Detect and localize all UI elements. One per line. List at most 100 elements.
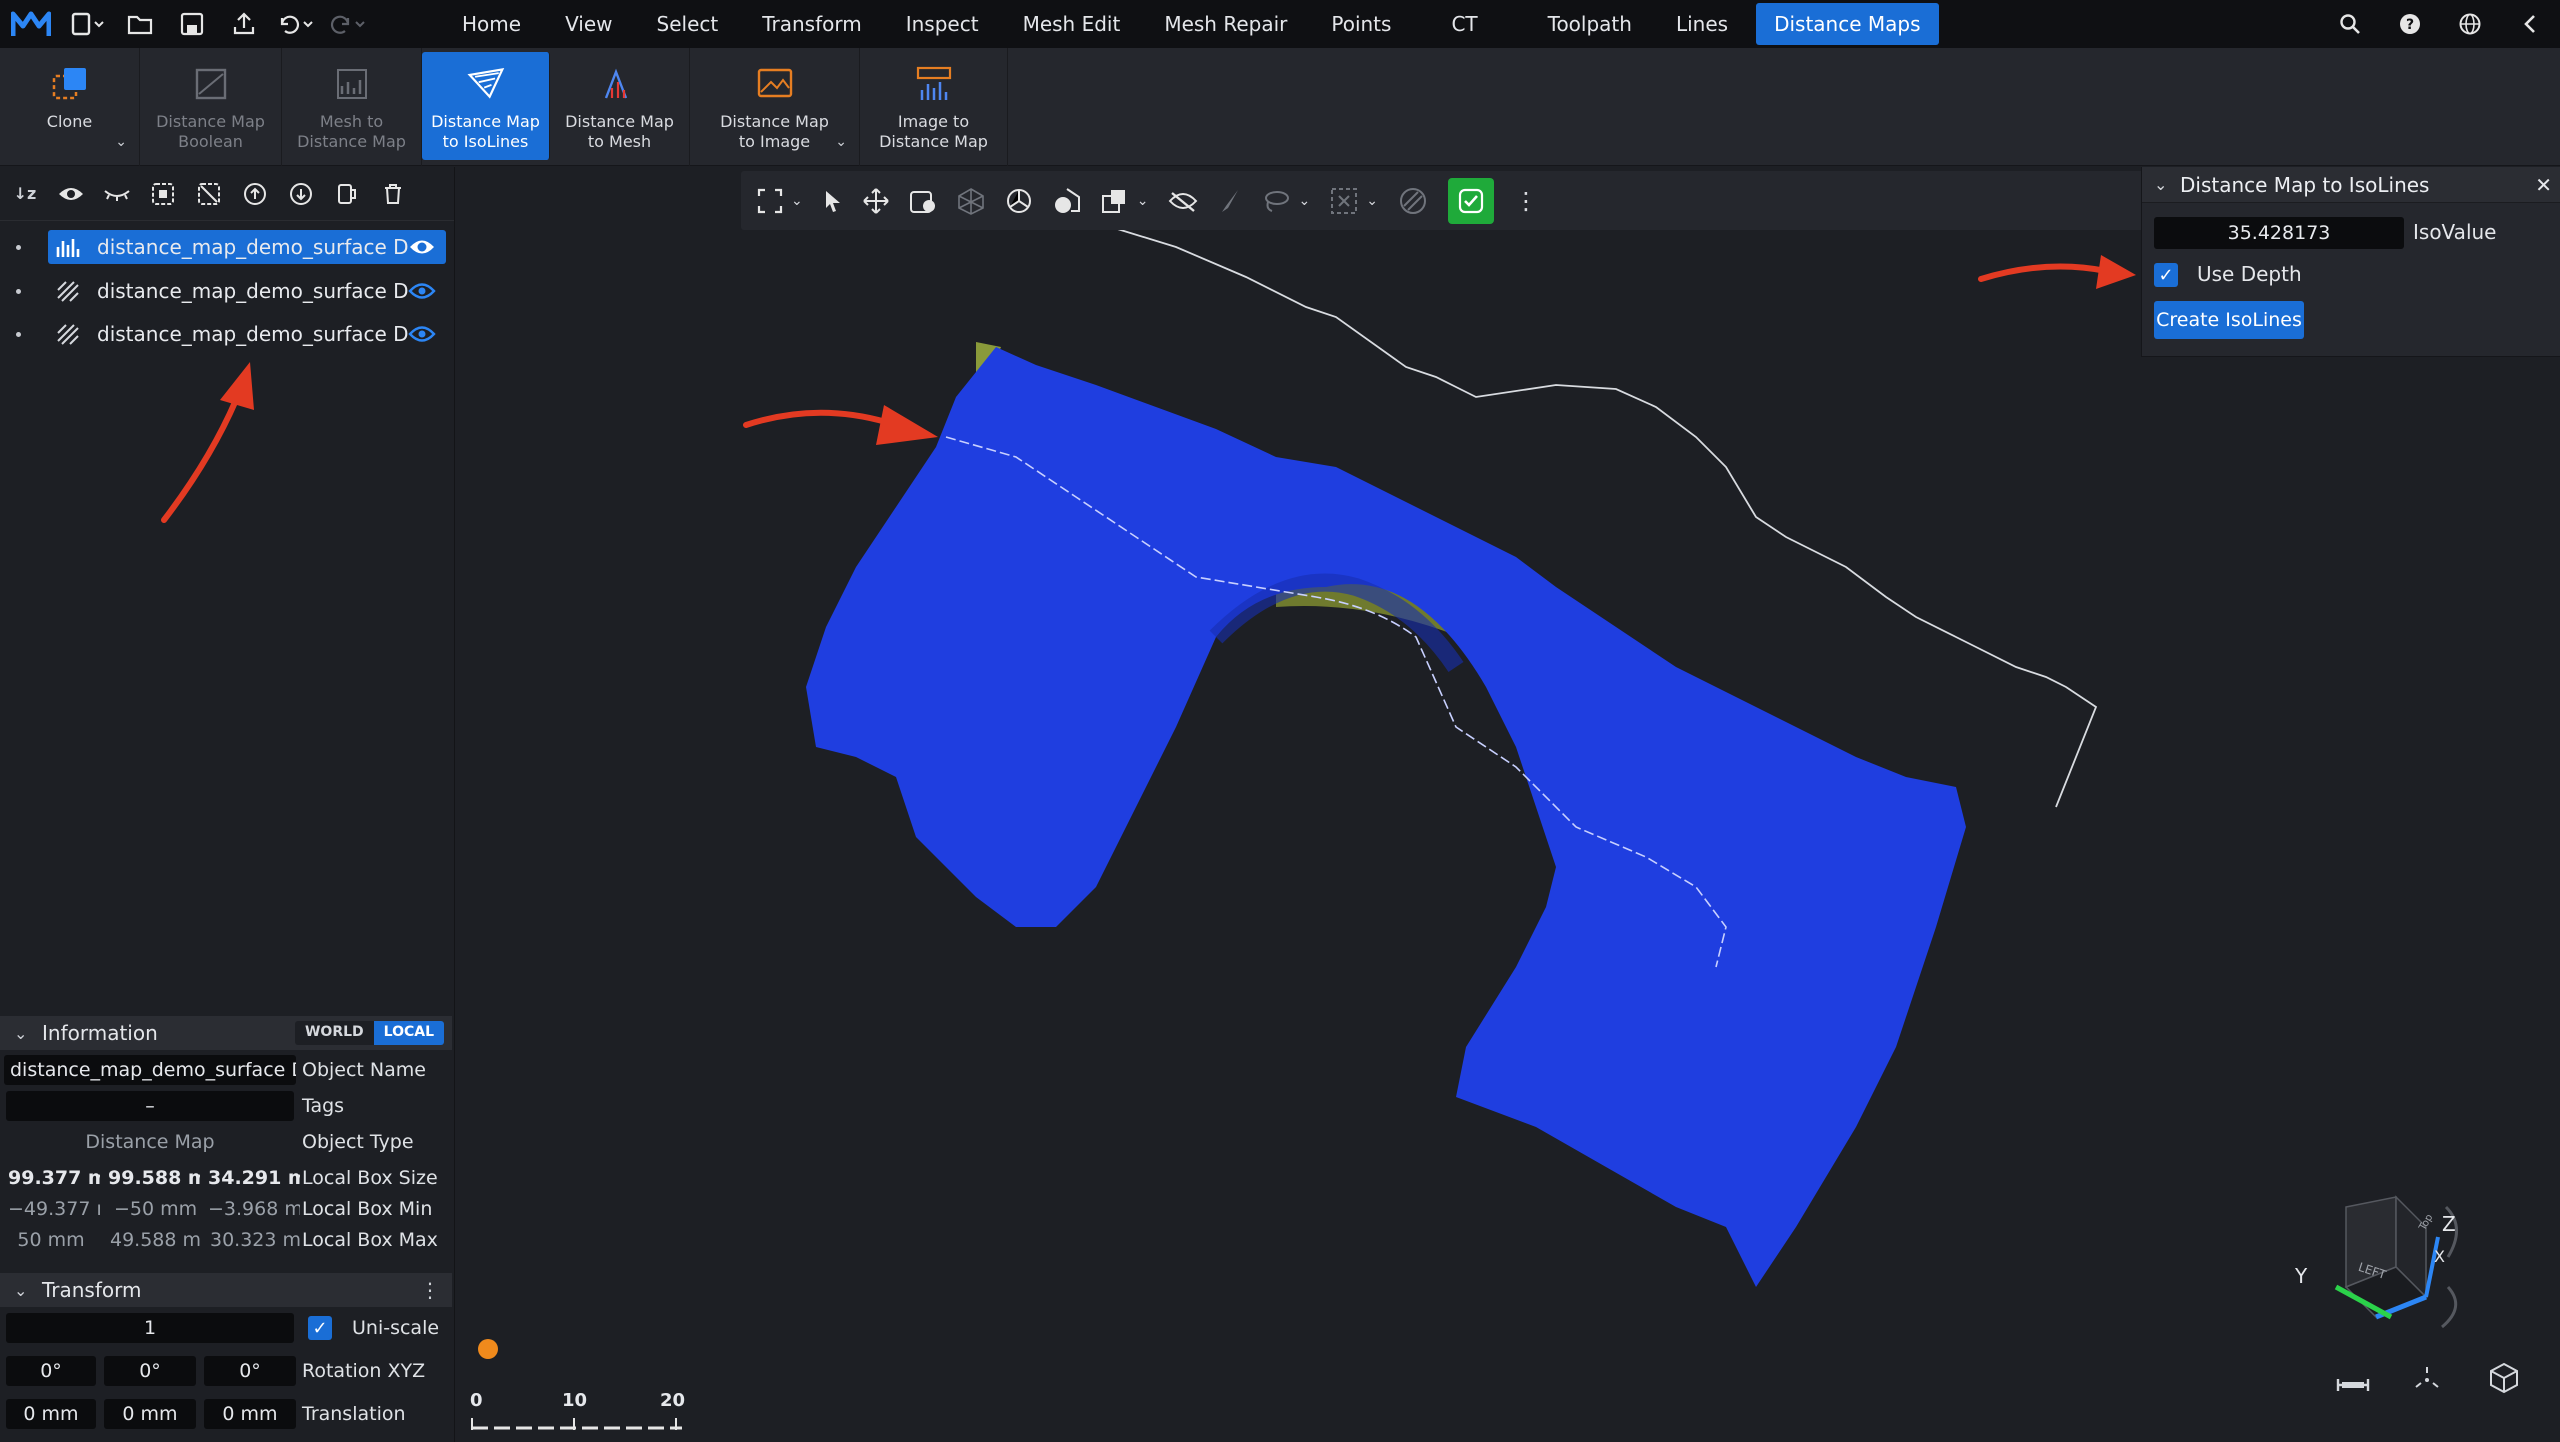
view-cube-icon[interactable] bbox=[2488, 1362, 2520, 1401]
translation-z-field[interactable]: 0 mm bbox=[204, 1399, 296, 1429]
box-select-icon[interactable]: ⌄ bbox=[1330, 179, 1378, 223]
clip-plane-icon[interactable]: ⌄ bbox=[1101, 179, 1149, 223]
export-icon[interactable] bbox=[218, 0, 270, 48]
tab-lines[interactable]: Lines bbox=[1654, 0, 1756, 48]
rotation-x-field[interactable]: 0° bbox=[6, 1356, 96, 1386]
move-icon[interactable] bbox=[863, 179, 889, 223]
world-toggle[interactable]: WORLD bbox=[294, 1021, 374, 1045]
tab-ct[interactable]: CT bbox=[1429, 0, 1525, 48]
local-toggle[interactable]: LOCAL bbox=[373, 1021, 444, 1045]
isovalue-input[interactable]: 35.428173 bbox=[2154, 217, 2404, 249]
move-up-icon[interactable] bbox=[238, 177, 272, 211]
help-icon[interactable]: ? bbox=[2380, 0, 2440, 48]
box-max-label: Local Box Max bbox=[302, 1229, 438, 1251]
tab-home[interactable]: Home bbox=[440, 0, 543, 48]
scale-field[interactable]: 1 bbox=[6, 1313, 294, 1343]
delete-icon[interactable] bbox=[376, 177, 410, 211]
chevron-down-icon[interactable]: ⌄ bbox=[1298, 193, 1310, 209]
undo-icon[interactable] bbox=[270, 0, 322, 48]
fit-view-icon[interactable]: ⌄ bbox=[757, 179, 803, 223]
select-all-icon[interactable] bbox=[146, 177, 180, 211]
tags-field[interactable]: – bbox=[6, 1091, 294, 1121]
dm-to-mesh-label: Distance Map to Mesh bbox=[565, 112, 674, 151]
chevron-down-icon[interactable]: ⌄ bbox=[2154, 175, 2180, 194]
image-to-dm-button[interactable]: Image to Distance Map bbox=[860, 48, 1008, 166]
tab-toolpath[interactable]: Toolpath bbox=[1526, 0, 1654, 48]
collapse-left-icon[interactable] bbox=[2500, 0, 2560, 48]
dm-to-isolines-button[interactable]: Distance Map to IsoLines bbox=[422, 52, 550, 160]
camera-pivot-icon[interactable] bbox=[2412, 1363, 2442, 1400]
visibility-eye-icon[interactable] bbox=[408, 280, 436, 302]
visibility-eye-icon[interactable] bbox=[408, 236, 436, 258]
create-isolines-button[interactable]: Create IsoLines bbox=[2154, 301, 2304, 339]
show-all-icon[interactable] bbox=[54, 177, 88, 211]
timer-icon[interactable] bbox=[478, 1339, 498, 1359]
rotation-y-field[interactable]: 0° bbox=[104, 1356, 196, 1386]
3d-viewport[interactable]: ⌄ ⌄ ⌄ ⌄ ⋮ 0 10 20 Y Z X LEFT Top bbox=[456, 167, 2560, 1442]
deselect-icon[interactable] bbox=[192, 177, 226, 211]
dm-to-image-button[interactable]: Distance Map to Image ⌄ bbox=[690, 48, 860, 166]
edit-object-icon[interactable] bbox=[909, 179, 937, 223]
app-logo-icon[interactable] bbox=[0, 0, 62, 48]
ruler-icon[interactable] bbox=[2336, 1370, 2370, 1400]
dialog-header[interactable]: ⌄ Distance Map to IsoLines ✕ bbox=[2142, 167, 2560, 203]
measure-icon[interactable] bbox=[1398, 179, 1428, 223]
dm-to-image-dropdown-icon[interactable]: ⌄ bbox=[835, 132, 847, 152]
uniscale-checkbox[interactable]: ✓ bbox=[308, 1316, 332, 1340]
scene-item[interactable]: distance_map_demo_surface Dist bbox=[0, 274, 455, 308]
tab-inspect[interactable]: Inspect bbox=[884, 0, 1001, 48]
object-name-field[interactable]: distance_map_demo_surface D bbox=[4, 1055, 296, 1085]
search-icon[interactable] bbox=[2320, 0, 2380, 48]
dm-to-image-label: Distance Map to Image bbox=[720, 112, 829, 151]
scene-item[interactable]: distance_map_demo_surface Dist bbox=[0, 230, 455, 264]
more-options-icon[interactable]: ⋮ bbox=[1514, 179, 1538, 223]
save-icon[interactable] bbox=[166, 0, 218, 48]
tab-mesh-repair[interactable]: Mesh Repair bbox=[1142, 0, 1309, 48]
chevron-down-icon[interactable]: ⌄ bbox=[1366, 193, 1378, 209]
use-depth-checkbox[interactable]: ✓ bbox=[2154, 263, 2178, 287]
shapes-icon[interactable] bbox=[1053, 179, 1081, 223]
menu-tabs: Home View Select Transform Inspect Mesh … bbox=[440, 0, 1939, 48]
distance-map-mesh[interactable] bbox=[806, 347, 1966, 1287]
lasso-icon[interactable]: ⌄ bbox=[1262, 179, 1310, 223]
chevron-down-icon[interactable]: ⌄ bbox=[791, 193, 803, 209]
tab-distance-maps[interactable]: Distance Maps bbox=[1756, 3, 1939, 45]
scene-toolbar: ↓z bbox=[0, 167, 454, 221]
transform-header[interactable]: ⌄ Transform ⋮ bbox=[0, 1273, 452, 1307]
tab-points[interactable]: Points bbox=[1309, 0, 1429, 48]
tab-mesh-edit[interactable]: Mesh Edit bbox=[1001, 0, 1143, 48]
open-folder-icon[interactable] bbox=[114, 0, 166, 48]
close-icon[interactable]: ✕ bbox=[2535, 173, 2552, 197]
redo-icon[interactable] bbox=[322, 0, 374, 48]
information-header[interactable]: ⌄ Information WORLD LOCAL bbox=[0, 1016, 452, 1050]
scene-item[interactable]: distance_map_demo_surface Dist bbox=[0, 317, 455, 351]
tab-transform[interactable]: Transform bbox=[740, 0, 883, 48]
duplicate-icon[interactable] bbox=[330, 177, 364, 211]
select-pointer-icon[interactable] bbox=[823, 179, 843, 223]
rotation-z-field[interactable]: 0° bbox=[204, 1356, 296, 1386]
new-file-icon[interactable] bbox=[62, 0, 114, 48]
chevron-down-icon[interactable]: ⌄ bbox=[1137, 193, 1149, 209]
rotate-center-icon[interactable] bbox=[1005, 179, 1033, 223]
hide-all-icon[interactable] bbox=[100, 177, 134, 211]
tab-select[interactable]: Select bbox=[635, 0, 741, 48]
brush-icon[interactable] bbox=[1218, 179, 1242, 223]
translation-y-field[interactable]: 0 mm bbox=[104, 1399, 196, 1429]
dm-boolean-button[interactable]: Distance Map Boolean bbox=[140, 48, 282, 166]
hide-faces-icon[interactable] bbox=[1168, 179, 1198, 223]
sort-az-icon[interactable]: ↓z bbox=[8, 177, 42, 211]
mesh-to-dm-button[interactable]: Mesh to Distance Map bbox=[282, 48, 422, 166]
dm-to-mesh-button[interactable]: Distance Map to Mesh bbox=[550, 48, 690, 166]
confirm-check-icon[interactable] bbox=[1447, 177, 1494, 224]
globe-icon[interactable] bbox=[2440, 0, 2500, 48]
more-options-icon[interactable]: ⋮ bbox=[420, 1278, 440, 1302]
clone-button[interactable]: Clone ⌄ bbox=[0, 48, 140, 166]
dm-to-isolines-icon bbox=[466, 64, 506, 104]
translation-x-field[interactable]: 0 mm bbox=[6, 1399, 96, 1429]
mesh-select-icon[interactable] bbox=[957, 179, 985, 223]
tab-view[interactable]: View bbox=[543, 0, 634, 48]
distance-map-icon bbox=[56, 236, 80, 258]
clone-dropdown-icon[interactable]: ⌄ bbox=[115, 132, 127, 152]
move-down-icon[interactable] bbox=[284, 177, 318, 211]
visibility-eye-icon[interactable] bbox=[408, 323, 436, 345]
